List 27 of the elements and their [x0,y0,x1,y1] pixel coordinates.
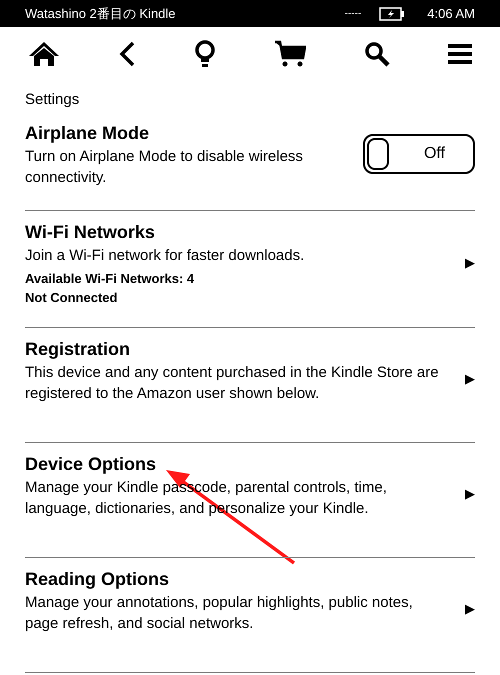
setting-title[interactable]: Device Options [25,450,457,476]
menu-icon[interactable] [448,43,472,65]
chevron-arrow[interactable]: ▶ [465,252,475,272]
setting-description: Join a Wi-Fi network for faster downloads. [25,246,306,266]
setting-detail: Available Wi-Fi Networks: 4 [25,270,196,288]
setting-title[interactable]: Reading Options [25,566,457,592]
setting-description: Turn on Airplane Mode to disable wireless connectivity. [25,146,304,188]
setting-title[interactable]: Wi-Fi Networks [25,218,457,244]
setting-title[interactable]: Airplane Mode [25,120,363,146]
chevron-arrow[interactable]: ▶ [465,368,475,388]
chevron-arrow[interactable]: ▶ [465,484,475,504]
setting-title[interactable]: Registration [25,336,457,362]
lightbulb-icon[interactable] [194,40,216,68]
toggle-switch[interactable]: Off [363,134,475,174]
search-icon[interactable] [364,41,390,67]
setting-description: This device and any content purchased in the Kindle Store are registered to the Amazon user shown below. [25,362,440,404]
device-name: Watashino 2番目の Kindle [25,4,176,23]
home-icon[interactable] [28,41,60,67]
back-icon[interactable] [118,41,136,67]
setting-detail: Not Connected [25,288,118,306]
signal-indicator: ----- [344,7,362,21]
page-title: Settings [25,90,80,110]
chevron-arrow[interactable]: ▶ [465,598,475,618]
cart-icon[interactable] [274,40,306,68]
battery-icon [379,6,406,20]
clock-time: 4:06 AM [427,4,475,23]
setting-description: Manage your annotations, popular highlights, public notes, page refresh, and social networks. [25,592,414,634]
